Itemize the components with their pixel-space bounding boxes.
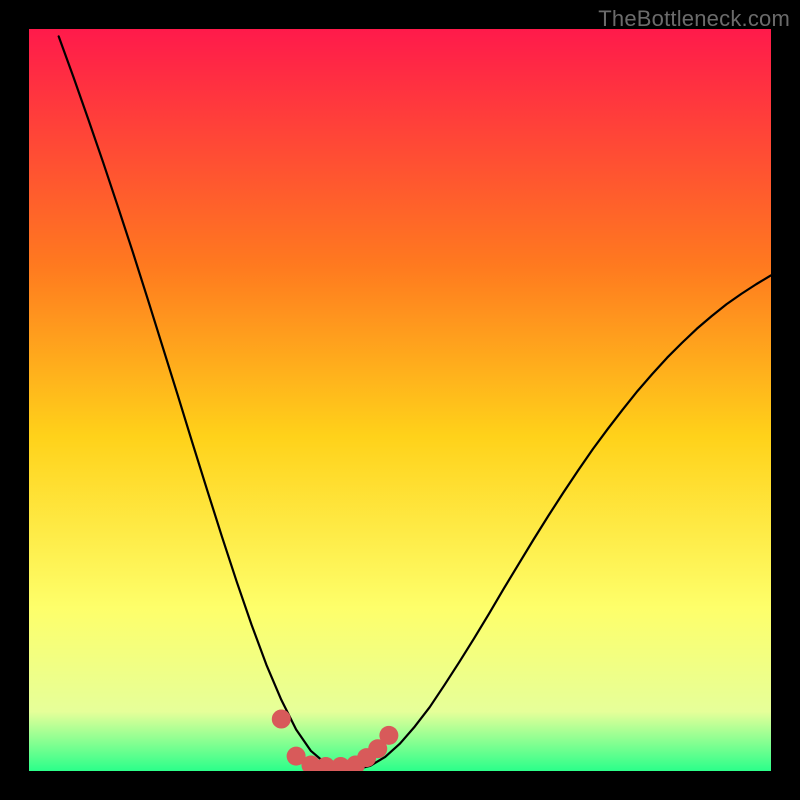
trough-marker-1 <box>272 710 291 729</box>
plot-area <box>29 29 771 771</box>
trough-marker-9 <box>379 726 398 745</box>
gradient-background <box>29 29 771 771</box>
bottleneck-chart-svg <box>29 29 771 771</box>
chart-frame: TheBottleneck.com <box>0 0 800 800</box>
watermark-text: TheBottleneck.com <box>598 6 790 32</box>
